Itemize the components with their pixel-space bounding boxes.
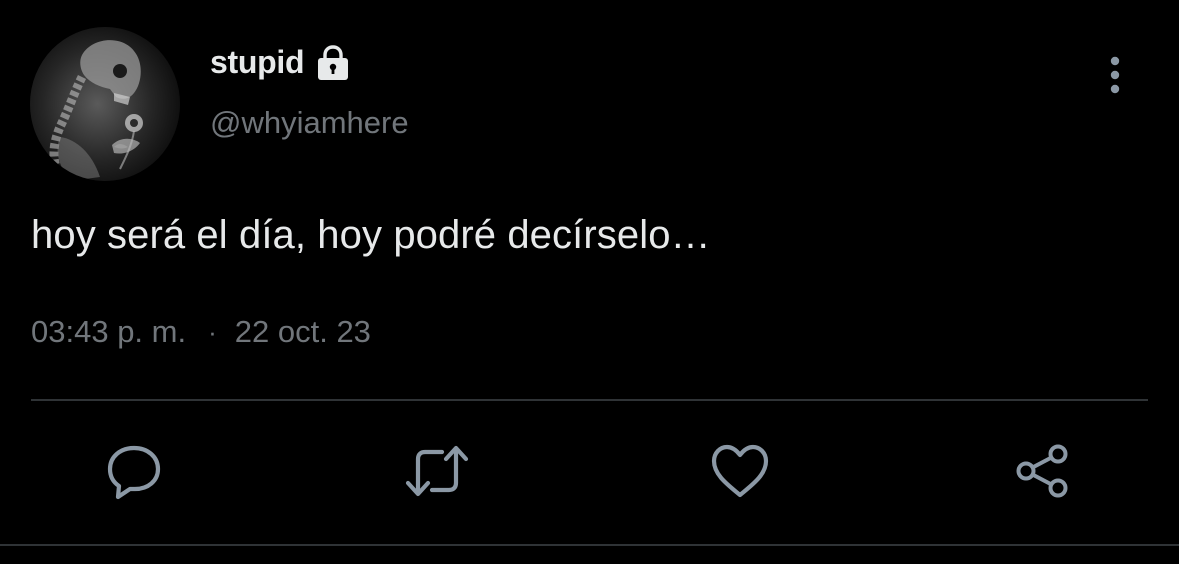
reply-button[interactable] xyxy=(101,443,167,503)
share-icon xyxy=(1012,441,1072,506)
heart-icon xyxy=(710,443,770,504)
meta-separator: · xyxy=(208,316,217,347)
share-button[interactable] xyxy=(1009,443,1075,503)
reply-icon xyxy=(104,442,164,505)
retweet-icon xyxy=(404,443,470,504)
tweet-time[interactable]: 03:43 p. m. xyxy=(31,314,186,350)
bottom-divider xyxy=(0,544,1179,546)
divider xyxy=(31,399,1148,401)
user-name-row[interactable]: stupid xyxy=(210,42,352,82)
tweet-text: hoy será el día, hoy podré decírselo… xyxy=(31,213,711,257)
lock-icon xyxy=(314,44,352,82)
user-handle[interactable]: @whyiamhere xyxy=(210,105,409,141)
more-vertical-icon[interactable] xyxy=(1098,53,1132,99)
tweet-meta: 03:43 p. m. · 22 oct. 23 xyxy=(31,314,371,350)
retweet-button[interactable] xyxy=(404,443,470,503)
avatar[interactable] xyxy=(30,27,180,181)
like-button[interactable] xyxy=(707,443,773,503)
display-name[interactable]: stupid xyxy=(210,44,304,81)
tweet-date[interactable]: 22 oct. 23 xyxy=(235,314,371,350)
